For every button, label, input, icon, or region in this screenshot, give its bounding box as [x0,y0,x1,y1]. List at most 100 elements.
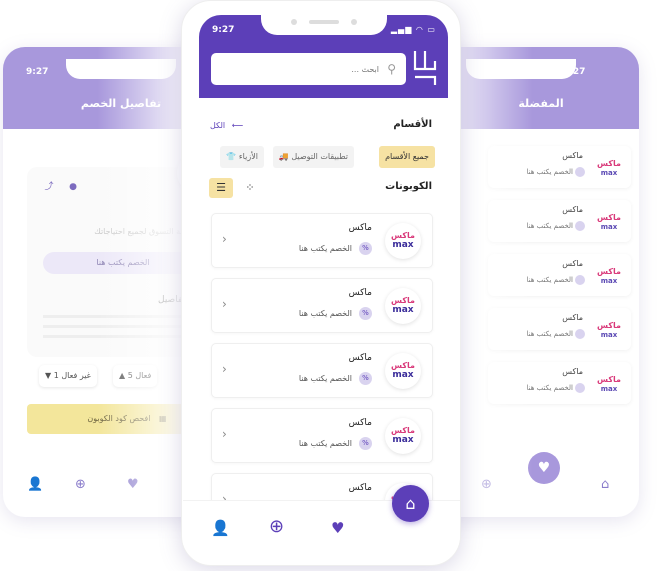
chevron-right-icon: › [222,232,227,246]
logo-arabic-text: ماكس [391,426,415,435]
logo-arabic-text: ماكس [391,231,415,240]
category-chip-delivery[interactable]: 🚚 تطبيقات التوصيل [272,146,354,168]
favorites-icon[interactable]: ♥ [127,477,139,492]
thumbs-down-icon: ▼ [45,371,52,380]
discount-label: الخصم يكتب هنا [96,258,150,267]
favorite-row[interactable]: ماكس الخصم يكتب هنا ماكس max [488,254,631,296]
store-logo: ماكسmax [597,375,621,393]
hanger-icon: 👕 [226,152,237,161]
share-icon[interactable]: ⤴ [41,179,57,195]
chevron-right-icon: › [222,427,227,441]
grid-view-button[interactable]: ⁘ [238,178,262,198]
useful-button[interactable]: ▲ 5 فعال [113,365,158,387]
store-name: ماكس [562,367,583,376]
store-logo: ماكسmax [597,213,621,231]
coupon-store-name: ماكس [348,418,372,428]
home-header: 9:27 ▂▄▆ ◠ ▭ ⚲ [199,15,448,98]
sections-title: الأقسام [393,119,432,130]
store-logo: ماكسmax [597,321,621,339]
coupon-discount: الخصم يكتب هنا [298,309,352,318]
profile-icon[interactable]: 👤 [211,519,230,537]
percent-icon [575,221,585,231]
store-name: ماكس [562,259,583,268]
percent-icon: % [359,372,372,385]
percent-icon: % [359,242,372,255]
discount-label: الخصم يكتب هنا [526,330,573,338]
category-chip-all[interactable]: جميع الأقسام [379,146,435,168]
favorite-row[interactable]: ماكس الخصم يكتب هنا ماكس max [488,200,631,242]
favorite-row[interactable]: ماكس الخصم يكتب هنا ماكس max [488,146,631,188]
discount-label: الخصم يكتب هنا [526,384,573,392]
store-logo: ماكسmax [597,159,621,177]
coupons-title: الكوبونات [385,181,432,192]
coupon-store-name: ماكس [348,483,372,493]
discount-label: الخصم يكتب هنا [526,276,573,284]
percent-icon [575,167,585,177]
store-name: ماكس [562,313,583,322]
favorites-icon[interactable]: ♥ [331,519,344,537]
app-showcase: 9:27 تفاصيل الخصم ماكسmax ⤴ ● جهة التسوق… [0,0,668,571]
coupon-card[interactable]: ماكس%الخصم يكتب هناماكسmax› [211,408,433,463]
store-logo: ماكسmax [597,267,621,285]
home-icon: ⌂ [405,494,416,513]
coupon-store-name: ماكس [348,353,372,363]
coupon-card[interactable]: ماكس%الخصم يكتب هناماكسmax› [211,343,433,398]
phone-notch [66,59,176,79]
coupon-discount: الخصم يكتب هنا [298,374,352,383]
home-icon[interactable]: ⌂ [601,477,609,492]
category-label: تطبيقات التوصيل [291,152,348,161]
percent-icon [575,383,585,393]
coupon-card[interactable]: ماكس% الخصم يكتب هنا ماكسmax › [211,278,433,333]
list-view-button[interactable]: ☰ [209,178,233,198]
favorite-row[interactable]: ماكس الخصم يكتب هنا ماكس max [488,308,631,350]
store-name: ماكس [562,205,583,214]
chevron-right-icon: › [222,362,227,376]
percent-icon: % [359,307,372,320]
logo-latin-text: max [392,305,414,315]
store-logo: ماكسmax [385,353,421,389]
check-code-label: افحص كود الكوبون [87,414,151,423]
store-logo: ماكسmax [385,288,421,324]
discount-label: الخصم يكتب هنا [526,222,573,230]
thumbs-up-icon: ▲ [119,371,126,380]
phone-notch [466,59,576,79]
logo-arabic-text: ماكس [391,361,415,370]
coupon-discount: الخصم يكتب هنا [298,439,352,448]
search-icon: ⚲ [387,62,396,76]
add-icon[interactable]: ⊕ [75,477,86,492]
app-logo-icon [413,51,437,85]
add-icon[interactable]: ⊕ [269,516,284,537]
add-icon[interactable]: ⊕ [481,477,492,492]
status-time: 9:27 [212,25,235,35]
search-box[interactable]: ⚲ [211,53,406,85]
profile-icon[interactable]: 👤 [27,477,43,492]
favorite-row[interactable]: ماكس الخصم يكتب هنا ماكس max [488,362,631,404]
category-label: جميع الأقسام [385,152,429,161]
discount-label: الخصم يكتب هنا [526,168,573,176]
home-screen: 9:27 ▂▄▆ ◠ ▭ ⚲ الأقسام الكل ⟵ جميع الأقس… [181,0,461,566]
percent-icon: % [359,437,372,450]
coupon-store-name: ماكس [348,223,372,233]
discount-pill: الخصم يكتب هنا [43,252,203,274]
view-all-link[interactable]: الكل ⟵ [210,121,243,130]
logo-latin-text: max [392,240,414,250]
percent-icon [575,329,585,339]
logo-latin-text: max [392,370,414,380]
logo-arabic-text: ماكس [391,296,415,305]
chevron-right-icon: › [222,297,227,311]
search-input[interactable] [211,53,381,85]
user-icon[interactable]: ● [65,179,81,195]
status-time: 9:27 [26,67,49,77]
coupon-discount: الخصم يكتب هنا [298,244,352,253]
store-logo: ماكسmax [385,418,421,454]
category-chip-fashion[interactable]: 👕 الأزياء [220,146,264,168]
logo-latin-text: max [392,435,414,445]
category-label: الأزياء [238,152,258,161]
home-button[interactable]: ⌂ [392,485,429,522]
qr-icon: ▦ [159,414,167,423]
list-icon: ☰ [216,181,226,194]
not-useful-button[interactable]: ▼ 1 غير فعال [39,365,97,387]
coupon-card[interactable]: ماكس%الخصم يكتب هناماكسmax› [211,213,433,268]
arrow-left-icon: ⟵ [231,121,244,130]
store-logo: ماكسmax [385,223,421,259]
